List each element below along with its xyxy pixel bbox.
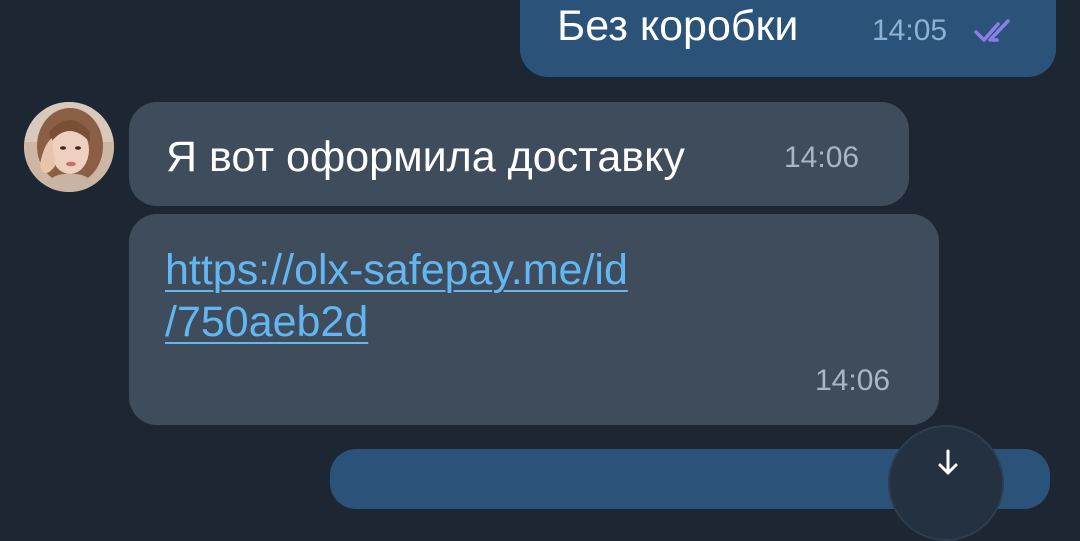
double-check-icon	[974, 19, 1010, 42]
incoming-link-message-time: 14:06	[815, 364, 891, 397]
chat-area[interactable]: Без коробки 14:05 Я вот оформила доставк…	[0, 0, 1080, 541]
outgoing-message-bubble[interactable]: Без коробки 14:05	[520, 0, 1056, 77]
message-link[interactable]: https://olx-safepay.me/id /750aeb2d	[165, 244, 725, 348]
sender-avatar[interactable]	[24, 102, 114, 192]
arrow-down-icon	[938, 449, 958, 475]
incoming-message-bubble[interactable]: Я вот оформила доставку 14:06	[129, 102, 909, 206]
incoming-message-time: 14:06	[784, 141, 860, 174]
incoming-message-text: Я вот оформила доставку	[166, 133, 685, 181]
scroll-down-button[interactable]	[888, 425, 1004, 541]
message-link-line-2[interactable]: /750aeb2d	[165, 296, 725, 348]
outgoing-message-text: Без коробки	[557, 2, 799, 50]
outgoing-message-time: 14:05	[872, 14, 948, 47]
incoming-link-message-bubble[interactable]: https://olx-safepay.me/id /750aeb2d 14:0…	[129, 214, 939, 425]
avatar-photo	[24, 102, 114, 192]
message-link-line-1[interactable]: https://olx-safepay.me/id	[165, 244, 725, 296]
